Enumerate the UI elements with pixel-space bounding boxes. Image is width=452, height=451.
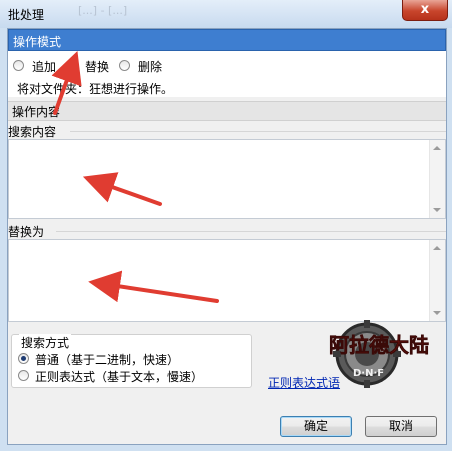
search-method-group: 搜索方式 普通（基于二进制，快速） 正则表达式（基于文本，慢速）	[11, 334, 252, 388]
window-title: 批处理	[8, 8, 45, 22]
radio-replace[interactable]	[66, 60, 77, 71]
radio-regex[interactable]	[18, 370, 29, 381]
search-method-label: 搜索方式	[19, 334, 72, 351]
mode-option-label: 追加	[32, 60, 57, 74]
search-label: 搜索内容	[8, 125, 57, 139]
window-title-ghost: [...] - [...]	[78, 4, 128, 17]
dnf-logo: 阿拉德大陆 D·N·F	[323, 318, 441, 390]
search-textarea[interactable]	[8, 139, 446, 219]
search-scrollbar[interactable]	[429, 140, 445, 218]
logo-text: 阿拉德大陆	[329, 333, 429, 357]
radio-delete[interactable]	[119, 60, 130, 71]
mode-option-label: 删除	[138, 60, 163, 74]
replace-textarea[interactable]	[8, 239, 446, 322]
scroll-down-icon[interactable]	[433, 208, 441, 212]
divider	[56, 231, 446, 232]
mode-option-replace[interactable]: 替换	[66, 58, 126, 74]
mode-header-label: 操作模式	[13, 35, 62, 49]
title-bar: 批处理 [...] - [...] x	[0, 0, 452, 28]
method-option-regex[interactable]: 正则表达式（基于文本，慢速）	[18, 368, 238, 384]
scroll-up-icon[interactable]	[433, 146, 441, 150]
mode-section-header: 操作模式	[8, 29, 446, 51]
logo-subtext: D·N·F	[353, 368, 384, 379]
scroll-down-icon[interactable]	[433, 311, 441, 315]
gear-emblem-icon: 阿拉德大陆 D·N·F	[329, 320, 429, 388]
file-notice: 将对文件夹：狂想进行操作。	[17, 82, 174, 96]
radio-append[interactable]	[13, 60, 24, 71]
method-option-label: 普通（基于二进制，快速）	[35, 353, 180, 367]
replace-scrollbar[interactable]	[429, 240, 445, 321]
mode-option-label: 替换	[85, 60, 110, 74]
scroll-up-icon[interactable]	[433, 246, 441, 250]
mode-panel: 追加 替换 删除 将对文件夹：狂想进行操作。	[8, 51, 446, 97]
content-section-header: 操作内容	[8, 101, 446, 121]
mode-option-append[interactable]: 追加	[13, 58, 73, 74]
replace-label: 替换为	[8, 225, 45, 239]
mode-option-delete[interactable]: 删除	[119, 58, 179, 74]
close-icon: x	[420, 2, 430, 17]
ok-button[interactable]: 确定	[280, 416, 352, 437]
content-header-label: 操作内容	[12, 105, 61, 119]
cancel-button[interactable]: 取消	[365, 416, 437, 437]
method-option-normal[interactable]: 普通（基于二进制，快速）	[18, 351, 218, 367]
divider	[70, 131, 446, 132]
radio-normal[interactable]	[18, 353, 29, 364]
method-option-label: 正则表达式（基于文本，慢速）	[35, 370, 204, 384]
close-button[interactable]: x	[402, 0, 448, 21]
